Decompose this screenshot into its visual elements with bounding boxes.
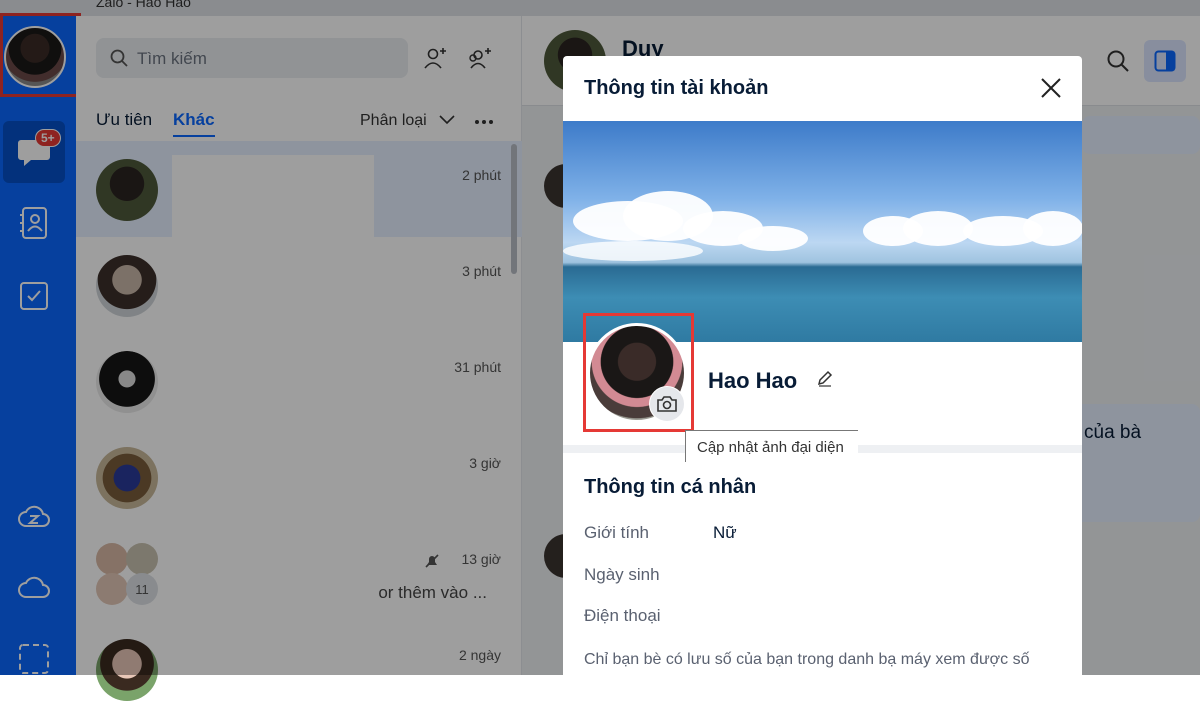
phone-label: Điện thoại [584,606,661,625]
close-icon[interactable] [1039,76,1063,100]
avatar-tooltip: Cập nhật ảnh đại diện [685,430,858,462]
camera-icon [657,396,677,412]
modal-title: Thông tin tài khoản [584,77,769,99]
account-info-modal: Thông tin tài khoản Hao Hao Cập nhật ảnh… [563,56,1082,696]
gender-label: Giới tính [584,523,650,542]
birthday-label: Ngày sinh [584,565,660,584]
profile-name: Hao Hao [708,368,798,393]
change-avatar-button[interactable] [649,386,685,422]
gender-value: Nữ [713,523,737,542]
personal-info-title: Thông tin cá nhân [584,476,757,498]
privacy-note: Chỉ bạn bè có lưu số của bạn trong danh … [584,651,1030,668]
cover-photo[interactable] [563,121,1082,342]
edit-name-icon[interactable] [816,369,834,387]
